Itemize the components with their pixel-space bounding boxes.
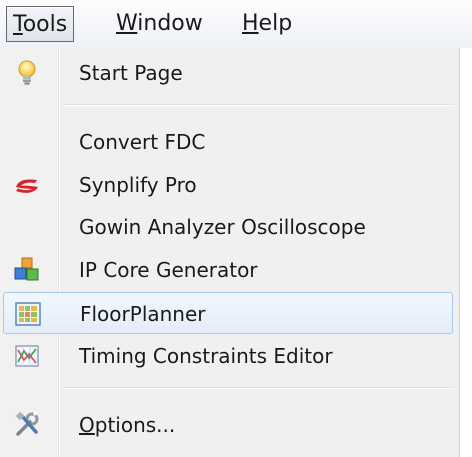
options-mnemonic: O [79, 413, 95, 437]
menu-window-mnemonic: W [116, 11, 138, 36]
menu-item-gowin-analyzer-oscilloscope[interactable]: Gowin Analyzer Oscilloscope [3, 206, 453, 248]
menu-item-label: FloorPlanner [80, 302, 206, 326]
menu-item-label: Gowin Analyzer Oscilloscope [79, 215, 366, 239]
menu-item-options[interactable]: Options... [3, 404, 453, 446]
tools-icon [13, 410, 41, 439]
menu-item-label: Start Page [79, 61, 183, 85]
menu-item-label: Options... [79, 404, 175, 446]
menu-item-label: Convert FDC [79, 130, 206, 154]
menu-separator [64, 387, 454, 389]
menu-tools-label: ools [22, 12, 68, 37]
menu-item-start-page[interactable]: Start Page [3, 52, 453, 94]
tools-dropdown-menu: Start Page Convert FDC Synplify Pro Gowi… [0, 48, 460, 457]
menu-tools-mnemonic: T [13, 12, 23, 37]
ip-core-blocks-icon [13, 256, 41, 284]
menu-item-label: Timing Constraints Editor [79, 344, 333, 368]
lightbulb-icon [13, 59, 41, 87]
timing-chart-icon [13, 342, 41, 370]
menu-item-synplify-pro[interactable]: Synplify Pro [3, 164, 453, 206]
menu-help[interactable]: Help [236, 6, 298, 42]
menu-item-timing-constraints-editor[interactable]: Timing Constraints Editor [3, 335, 453, 377]
menu-bar: Tools Window Help [0, 0, 472, 48]
menu-tools[interactable]: Tools [6, 6, 75, 42]
menu-help-label: elp [258, 11, 293, 36]
synplify-logo-icon [13, 171, 41, 199]
options-label-rest: ptions... [94, 413, 176, 437]
menu-item-label: Synplify Pro [79, 173, 197, 197]
floorplanner-grid-icon [14, 300, 42, 328]
menu-item-floorplanner[interactable]: FloorPlanner [3, 292, 453, 334]
menu-item-convert-fdc[interactable]: Convert FDC [3, 121, 453, 163]
menu-help-mnemonic: H [242, 11, 259, 36]
menu-window-label: indow [137, 11, 203, 36]
menu-item-label: IP Core Generator [79, 258, 258, 282]
menu-separator [64, 104, 454, 106]
menu-window[interactable]: Window [110, 6, 209, 42]
menu-item-ip-core-generator[interactable]: IP Core Generator [3, 249, 453, 291]
